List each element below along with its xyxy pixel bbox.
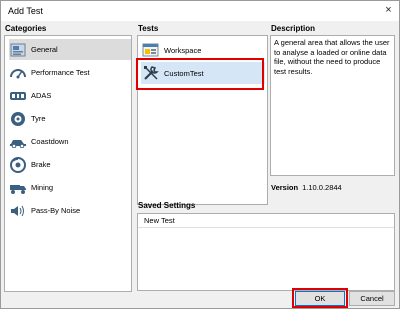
window-title: Add Test	[8, 6, 43, 16]
tests-heading: Tests	[138, 24, 159, 33]
category-adas[interactable]: ADAS	[9, 85, 131, 106]
version-value: 1.10.0.2844	[302, 183, 342, 192]
test-label: Workspace	[164, 45, 202, 55]
car-icon	[9, 134, 27, 150]
version-label: Version	[271, 183, 299, 192]
category-performance-test[interactable]: Performance Test	[9, 62, 131, 83]
category-label: Mining	[31, 183, 54, 192]
category-mining[interactable]: Mining	[9, 177, 131, 198]
category-coastdown[interactable]: Coastdown	[9, 131, 131, 152]
category-tyre[interactable]: Tyre	[9, 108, 131, 129]
title-bar: Add Test ×	[1, 1, 399, 21]
cancel-button[interactable]: Cancel	[349, 291, 395, 306]
saved-settings-list[interactable]: New Test	[137, 213, 395, 291]
adas-icon	[9, 88, 27, 104]
description-heading: Description	[271, 24, 316, 33]
category-label: ADAS	[31, 91, 52, 100]
annotation-highlight-customtest	[136, 58, 264, 90]
category-pass-by-noise[interactable]: Pass-By Noise	[9, 200, 131, 221]
category-label: Brake	[31, 160, 51, 169]
workspace-icon	[141, 41, 161, 59]
brake-icon	[9, 156, 27, 173]
tyre-icon	[9, 111, 27, 127]
category-general[interactable]: General	[9, 39, 131, 60]
categories-heading: Categories	[5, 24, 47, 33]
category-brake[interactable]: Brake	[9, 154, 131, 175]
ok-button[interactable]: OK	[295, 291, 345, 306]
close-icon[interactable]: ×	[382, 4, 395, 17]
version-line: Version 1.10.0.2844	[271, 183, 342, 192]
add-test-dialog: Add Test × Categories General Performanc…	[0, 0, 400, 309]
saved-setting-item[interactable]: New Test	[138, 214, 394, 228]
general-icon	[9, 42, 27, 58]
dialog-content: Categories General Performance Test ADAS	[1, 21, 399, 308]
mining-truck-icon	[9, 180, 27, 196]
saved-settings-heading: Saved Settings	[138, 201, 196, 210]
description-box: A general area that allows the user to a…	[270, 35, 395, 176]
speaker-icon	[9, 203, 27, 219]
category-label: Pass-By Noise	[31, 206, 81, 215]
description-text: A general area that allows the user to a…	[274, 38, 390, 76]
category-label: Performance Test	[31, 68, 90, 77]
category-label: Tyre	[31, 114, 46, 123]
speedometer-icon	[9, 65, 27, 81]
category-label: Coastdown	[31, 137, 69, 146]
categories-list[interactable]: General Performance Test ADAS Tyre Coast…	[4, 35, 132, 292]
category-label: General	[31, 45, 58, 54]
